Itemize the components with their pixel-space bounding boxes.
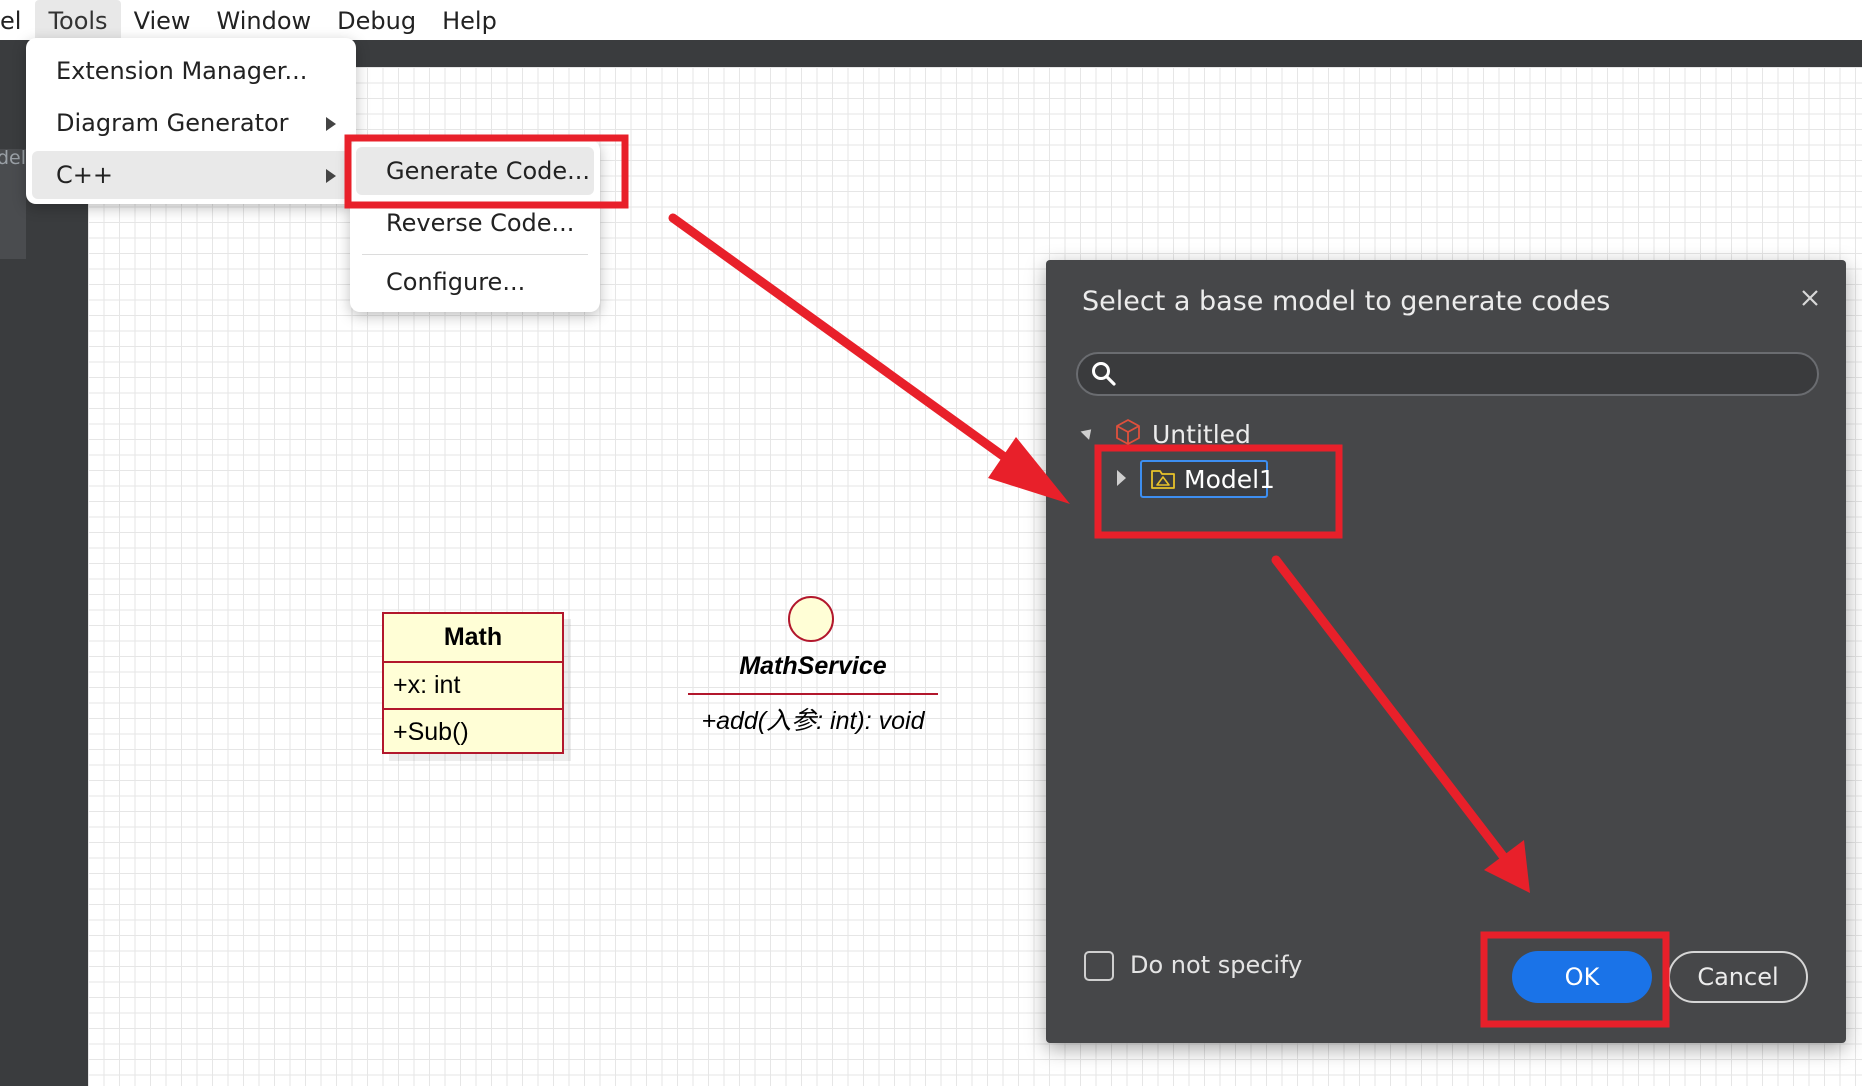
menu-item-label: Diagram Generator	[56, 109, 289, 137]
interface-lollipop-icon[interactable]	[788, 596, 834, 642]
menu-bar: el Tools View Window Debug Help	[0, 0, 1862, 40]
uml-class-math[interactable]: Math +x: int +Sub()	[382, 612, 564, 754]
interface-divider	[688, 693, 938, 695]
dialog-title: Select a base model to generate codes	[1082, 286, 1611, 317]
sidebar-tab-label: del	[0, 147, 27, 169]
tree-collapse-icon[interactable]	[1117, 470, 1126, 486]
search-icon	[1092, 362, 1116, 386]
menu-item-label: Extension Manager...	[56, 57, 308, 85]
class-operation: +Sub()	[384, 708, 562, 755]
close-icon[interactable]	[1798, 286, 1822, 310]
submenu-arrow-icon	[326, 117, 336, 131]
tools-menu: Extension Manager... Diagram Generator C…	[26, 38, 356, 204]
menu-item-label: C++	[56, 161, 113, 189]
menu-item-generate-code[interactable]: Generate Code...	[356, 147, 594, 195]
tree-node-label: Model1	[1184, 465, 1275, 494]
sidebar	[0, 67, 88, 1086]
project-icon	[1116, 419, 1140, 445]
menu-window[interactable]: Window	[204, 0, 325, 40]
menu-debug[interactable]: Debug	[324, 0, 429, 40]
menu-item-cpp[interactable]: C++	[32, 151, 350, 199]
search-input[interactable]	[1076, 352, 1819, 396]
model-folder-icon	[1151, 470, 1175, 489]
do-not-specify-checkbox[interactable]	[1084, 951, 1114, 981]
tree-node-untitled[interactable]: Untitled	[1152, 420, 1251, 449]
menu-item-diagram-generator[interactable]: Diagram Generator	[32, 99, 350, 147]
menu-help[interactable]: Help	[429, 0, 510, 40]
submenu-arrow-icon	[326, 169, 336, 183]
menu-view[interactable]: View	[121, 0, 204, 40]
tree-node-model1[interactable]: Model1	[1140, 460, 1275, 498]
menu-item-label: Generate Code...	[386, 157, 591, 185]
menu-model[interactable]: el	[0, 0, 35, 40]
menu-item-reverse-code[interactable]: Reverse Code...	[356, 199, 594, 247]
menu-item-configure[interactable]: Configure...	[356, 258, 594, 306]
menu-item-label: Reverse Code...	[386, 209, 575, 237]
menu-item-label: Configure...	[386, 268, 526, 296]
tree-expand-icon[interactable]	[1080, 425, 1096, 440]
menu-tools[interactable]: Tools	[35, 0, 121, 40]
do-not-specify-label[interactable]: Do not specify	[1130, 951, 1302, 979]
menu-divider	[362, 254, 588, 255]
select-model-dialog: Select a base model to generate codes Un…	[1046, 260, 1846, 1043]
class-attribute: +x: int	[393, 671, 461, 699]
cancel-button[interactable]: Cancel	[1668, 951, 1808, 1003]
interface-name[interactable]: MathService	[688, 652, 938, 681]
ok-button[interactable]: OK	[1512, 951, 1652, 1003]
interface-operation: +add(入参: int): void	[701, 707, 925, 735]
menu-item-extension-manager[interactable]: Extension Manager...	[32, 47, 350, 95]
class-name: Math	[384, 614, 562, 663]
cpp-submenu: Generate Code... Reverse Code... Configu…	[350, 140, 600, 312]
